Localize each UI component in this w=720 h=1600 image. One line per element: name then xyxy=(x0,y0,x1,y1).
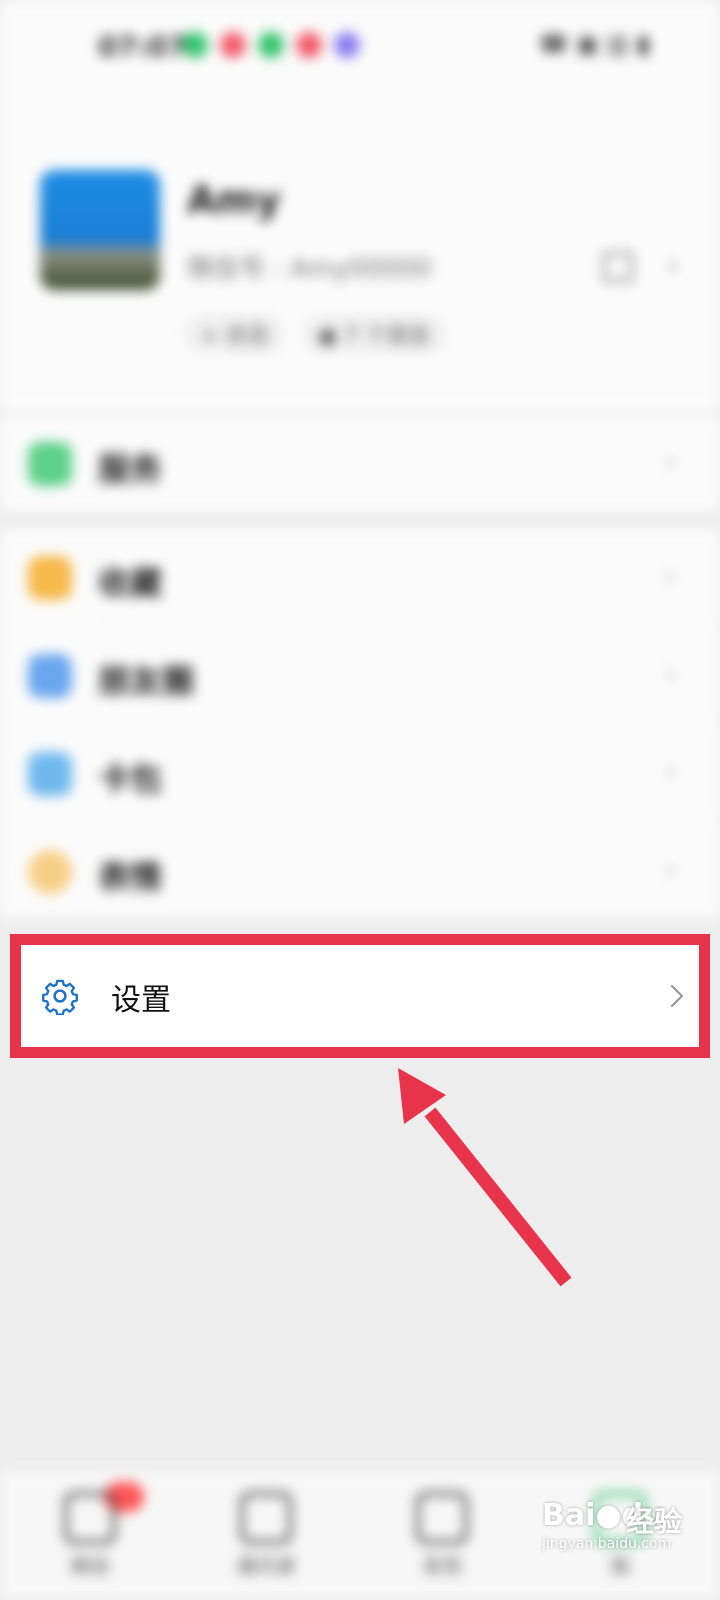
gear-icon xyxy=(42,979,78,1015)
blurred-background: 07:07 ☎ ▣ ▥ ▮ Amy 微信号 : Amy00000 › + 状态 … xyxy=(0,0,720,1600)
chevron-right-icon: › xyxy=(664,442,677,480)
app-notification-icon xyxy=(182,32,208,58)
menu-item-service[interactable]: 服务 › xyxy=(0,414,720,514)
service-icon xyxy=(28,442,72,486)
chevron-right-icon[interactable]: › xyxy=(666,245,680,285)
chevron-right-icon: › xyxy=(664,556,677,594)
menu-item-settings[interactable]: 设置 xyxy=(21,945,699,1047)
status-time: 07:07 xyxy=(98,30,188,63)
avatar[interactable] xyxy=(40,170,160,290)
settings-label: 设置 xyxy=(111,983,171,1018)
chevron-right-icon: › xyxy=(664,752,677,790)
friends-pill[interactable]: ● 7 个朋友 xyxy=(302,314,448,354)
stickers-icon xyxy=(28,850,72,894)
system-status-icons: ☎ ▣ ▥ ▮ xyxy=(538,30,650,58)
app-notification-icon xyxy=(220,32,246,58)
menu-label: 收藏 xyxy=(98,564,163,602)
status-bar: 07:07 ☎ ▣ ▥ ▮ xyxy=(0,0,720,96)
notification-icons xyxy=(182,32,360,58)
divider xyxy=(98,722,720,723)
tab-label: 发现 xyxy=(422,1554,462,1578)
cards-icon xyxy=(28,752,72,796)
app-notification-icon xyxy=(296,32,322,58)
favorites-icon xyxy=(28,556,72,600)
menu-item-moments[interactable]: 朋友圈 › xyxy=(0,626,720,726)
baidu-watermark: Bai●du 经验 jingyan.baidu.com xyxy=(542,1492,712,1562)
tab-chats[interactable]: 微信 xyxy=(50,1480,130,1579)
menu-label: 服务 xyxy=(98,450,163,488)
tab-label: 通讯录 xyxy=(236,1554,296,1578)
divider xyxy=(98,820,720,821)
chevron-right-icon: › xyxy=(664,850,677,888)
tab-discover[interactable]: 发现 xyxy=(402,1480,482,1579)
contacts-icon xyxy=(240,1492,292,1544)
moments-icon xyxy=(28,654,72,698)
status-pill[interactable]: + 状态 xyxy=(184,314,286,354)
profile-id: 微信号 : Amy00000 xyxy=(187,254,432,284)
highlight-frame: 设置 xyxy=(10,934,710,1058)
chat-icon xyxy=(64,1492,116,1544)
menu-label: 表情 xyxy=(98,858,163,896)
tab-contacts[interactable]: 通讯录 xyxy=(226,1480,306,1579)
qr-code-icon[interactable] xyxy=(603,252,633,282)
menu-label: 朋友圈 xyxy=(98,662,195,700)
discover-icon xyxy=(416,1492,468,1544)
chevron-right-icon: › xyxy=(664,654,677,692)
watermark-url: jingyan.baidu.com xyxy=(542,1536,672,1552)
divider xyxy=(98,624,720,625)
profile-name: Amy xyxy=(187,178,281,222)
menu-label: 卡包 xyxy=(98,760,163,798)
app-notification-icon xyxy=(334,32,360,58)
tab-label: 微信 xyxy=(70,1554,110,1578)
menu-item-stickers[interactable]: 表情 › xyxy=(0,822,720,922)
menu-item-cards[interactable]: 卡包 › xyxy=(0,724,720,824)
chevron-right-icon xyxy=(670,984,684,1008)
app-notification-icon xyxy=(258,32,284,58)
watermark-text: 经验 xyxy=(626,1505,683,1538)
menu-item-favorites[interactable]: 收藏 › xyxy=(0,528,720,628)
